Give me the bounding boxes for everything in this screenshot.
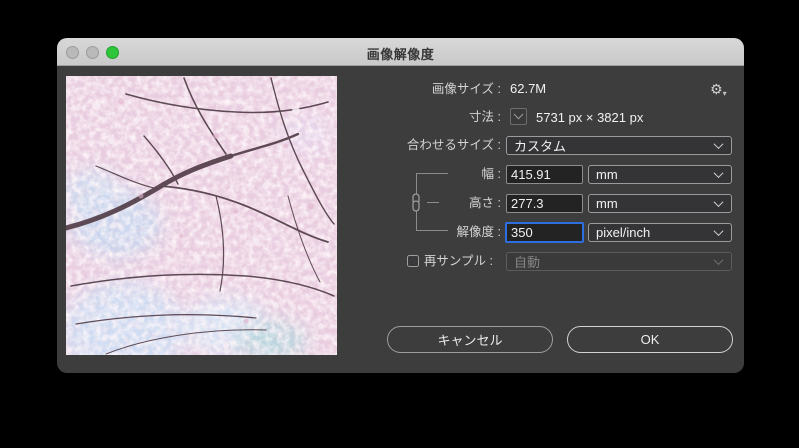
resolution-label: 解像度 : <box>406 225 501 240</box>
preview-image[interactable] <box>66 76 337 355</box>
options-gear-button[interactable]: ⚙▾ <box>710 82 727 101</box>
image-size-value: 62.7M <box>510 81 546 96</box>
height-unit-value: mm <box>596 196 618 211</box>
height-label: 高さ : <box>406 196 501 211</box>
width-unit-select[interactable]: mm <box>588 165 732 184</box>
resolution-input[interactable] <box>505 222 584 243</box>
caret-down-icon: ▾ <box>723 89 727 98</box>
chevron-down-icon <box>714 139 724 149</box>
resample-method-value: 自動 <box>514 252 540 271</box>
image-size-dialog: 画像解像度 <box>57 38 744 373</box>
cherry-blossom-photo <box>66 76 337 355</box>
width-unit-value: mm <box>596 167 618 182</box>
fit-to-value: カスタム <box>514 136 566 155</box>
gear-icon: ⚙ <box>710 81 723 97</box>
width-input[interactable] <box>506 165 583 184</box>
chevron-down-icon <box>714 168 724 178</box>
chevron-down-icon <box>714 255 724 265</box>
cancel-button[interactable]: キャンセル <box>387 326 553 353</box>
resolution-unit-value: pixel/inch <box>596 225 650 240</box>
fit-to-label: 合わせるサイズ : <box>337 138 501 153</box>
dimensions-value: 5731 px × 3821 px <box>536 110 643 125</box>
dimensions-unit-button[interactable] <box>510 108 527 125</box>
chevron-down-icon <box>514 109 524 119</box>
page-background: { "window": { "title": "画像解像度" }, "field… <box>0 0 799 448</box>
ok-button[interactable]: OK <box>567 326 733 353</box>
chevron-down-icon <box>714 197 724 207</box>
resolution-unit-select[interactable]: pixel/inch <box>588 223 732 242</box>
height-input[interactable] <box>506 194 583 213</box>
width-label: 幅 : <box>406 167 501 182</box>
fit-to-select[interactable]: カスタム <box>506 136 732 155</box>
titlebar[interactable]: 画像解像度 <box>57 38 744 66</box>
image-size-label: 画像サイズ : <box>337 82 501 97</box>
resample-label: 再サンプル : <box>398 254 493 269</box>
window-title: 画像解像度 <box>57 44 744 63</box>
height-unit-select[interactable]: mm <box>588 194 732 213</box>
chevron-down-icon <box>714 226 724 236</box>
dimensions-label: 寸法 : <box>337 110 501 125</box>
resample-method-select: 自動 <box>506 252 732 271</box>
